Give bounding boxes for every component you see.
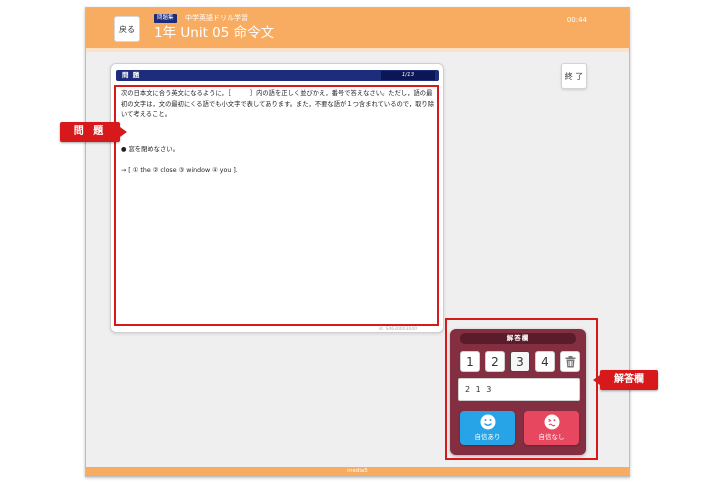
page-title: 1年 Unit 05 命令文 <box>154 25 275 41</box>
footer-brand: media5 <box>347 468 368 474</box>
end-button[interactable]: 終 了 <box>561 63 587 89</box>
footer-bar: media5 <box>86 467 629 476</box>
answer-highlight-frame <box>445 318 598 460</box>
question-counter: 1/13 <box>401 72 415 78</box>
header-divider <box>86 48 629 52</box>
timer: 00:44 <box>566 16 587 24</box>
question-highlight-frame <box>114 85 439 326</box>
question-callout: 問 題 <box>60 122 127 142</box>
set-badge: 問題集 <box>154 14 177 23</box>
back-button[interactable]: 戻る <box>114 16 140 42</box>
header-bar: 戻る 問題集 中学英語ドリル学習 1年 Unit 05 命令文 00:44 <box>86 8 629 48</box>
question-counter-box: 1/13 <box>381 71 435 80</box>
question-header-label: 問 題 <box>122 71 141 79</box>
answer-callout: 解答欄 <box>593 370 658 390</box>
set-name: 中学英語ドリル学習 <box>185 14 248 22</box>
question-header: 問 題 1/13 <box>116 70 439 81</box>
stage: 戻る 問題集 中学英語ドリル学習 1年 Unit 05 命令文 00:44 終 … <box>0 0 715 484</box>
question-id: id. S4630003040 <box>378 327 417 332</box>
